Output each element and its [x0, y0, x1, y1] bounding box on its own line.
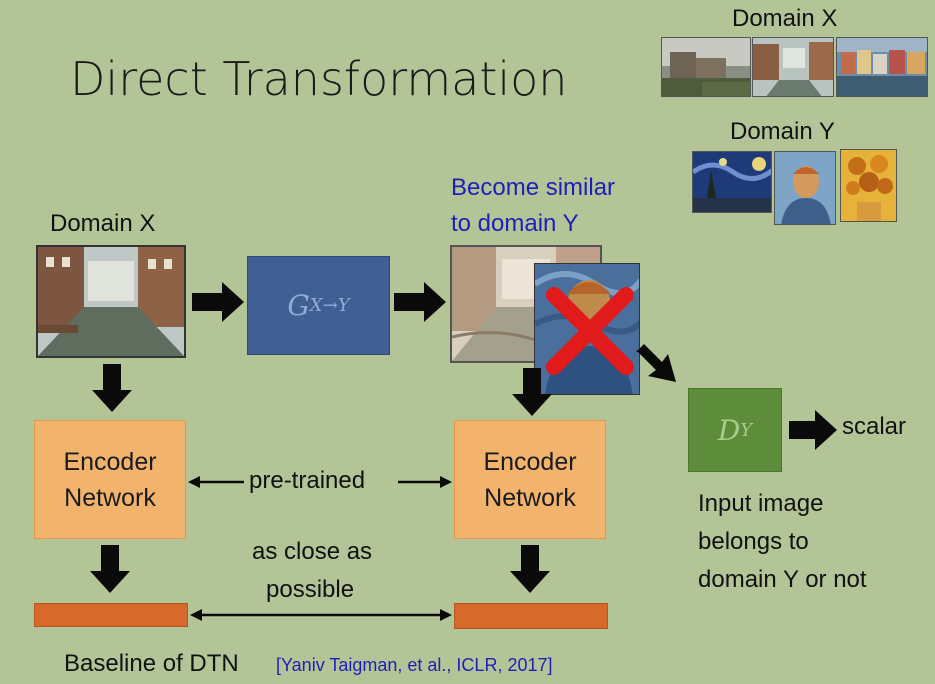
- domain-x-photo-castle: [661, 37, 751, 97]
- arrow-pretrained-right: [398, 476, 452, 488]
- pretrained-label: pre-trained: [249, 467, 366, 494]
- input-domain-label: Domain X: [50, 210, 156, 237]
- reject-x-icon: [546, 287, 634, 375]
- domain-y-painting-self-portrait: [774, 151, 836, 225]
- arrow-input-to-encoder: [92, 364, 132, 412]
- encoder-network-left: Encoder Network: [34, 420, 186, 539]
- discriminator-subscript: Y: [740, 419, 753, 441]
- arrow-pretrained-left: [188, 476, 244, 488]
- discriminator-symbol: D: [717, 413, 741, 447]
- footer-text: Baseline of DTN: [64, 650, 239, 677]
- domain-y-painting-starry-night: [692, 151, 772, 213]
- arrow-encoder-right-to-code: [510, 545, 550, 593]
- discriminator-box: DY: [688, 388, 782, 472]
- encoder-network-right: Encoder Network: [454, 420, 606, 539]
- code-bar-right: [454, 603, 608, 629]
- generator-subscript: X→Y: [309, 295, 350, 316]
- discriminator-caption-line3: domain Y or not: [698, 566, 867, 593]
- discriminator-caption-line2: belongs to: [698, 528, 809, 555]
- input-photo-canal: [36, 245, 186, 358]
- close-label-line1: as close as: [252, 538, 373, 565]
- domain-y-painting-sunflowers: [840, 149, 897, 222]
- generator-box: G X→Y: [247, 256, 390, 355]
- page-title: Direct Transformation: [70, 52, 568, 106]
- output-label-line1: Become similar: [451, 174, 616, 201]
- domain-x-photo-harbor: [836, 37, 928, 97]
- domain-y-legend-label: Domain Y: [730, 118, 835, 145]
- generator-symbol: G: [287, 289, 310, 322]
- arrow-encoder-left-to-code: [90, 545, 130, 593]
- domain-x-legend-label: Domain X: [732, 5, 838, 32]
- close-label-line2: possible: [266, 576, 355, 603]
- code-bar-left: [34, 603, 188, 627]
- output-label-line2: to domain Y: [451, 210, 579, 237]
- arrow-generator-to-output: [394, 282, 446, 322]
- discriminator-caption-line1: Input image: [698, 490, 824, 517]
- arrow-output-to-discriminator: [636, 344, 676, 382]
- arrow-discriminator-to-scalar: [789, 410, 837, 450]
- arrow-output-to-encoder: [512, 368, 552, 416]
- scalar-label: scalar: [842, 413, 907, 440]
- arrow-input-to-generator: [192, 282, 244, 322]
- arrow-as-close-as-possible: [190, 609, 452, 621]
- domain-x-photo-canal: [752, 37, 834, 97]
- footer-citation: [Yaniv Taigman, et al., ICLR, 2017]: [276, 655, 553, 675]
